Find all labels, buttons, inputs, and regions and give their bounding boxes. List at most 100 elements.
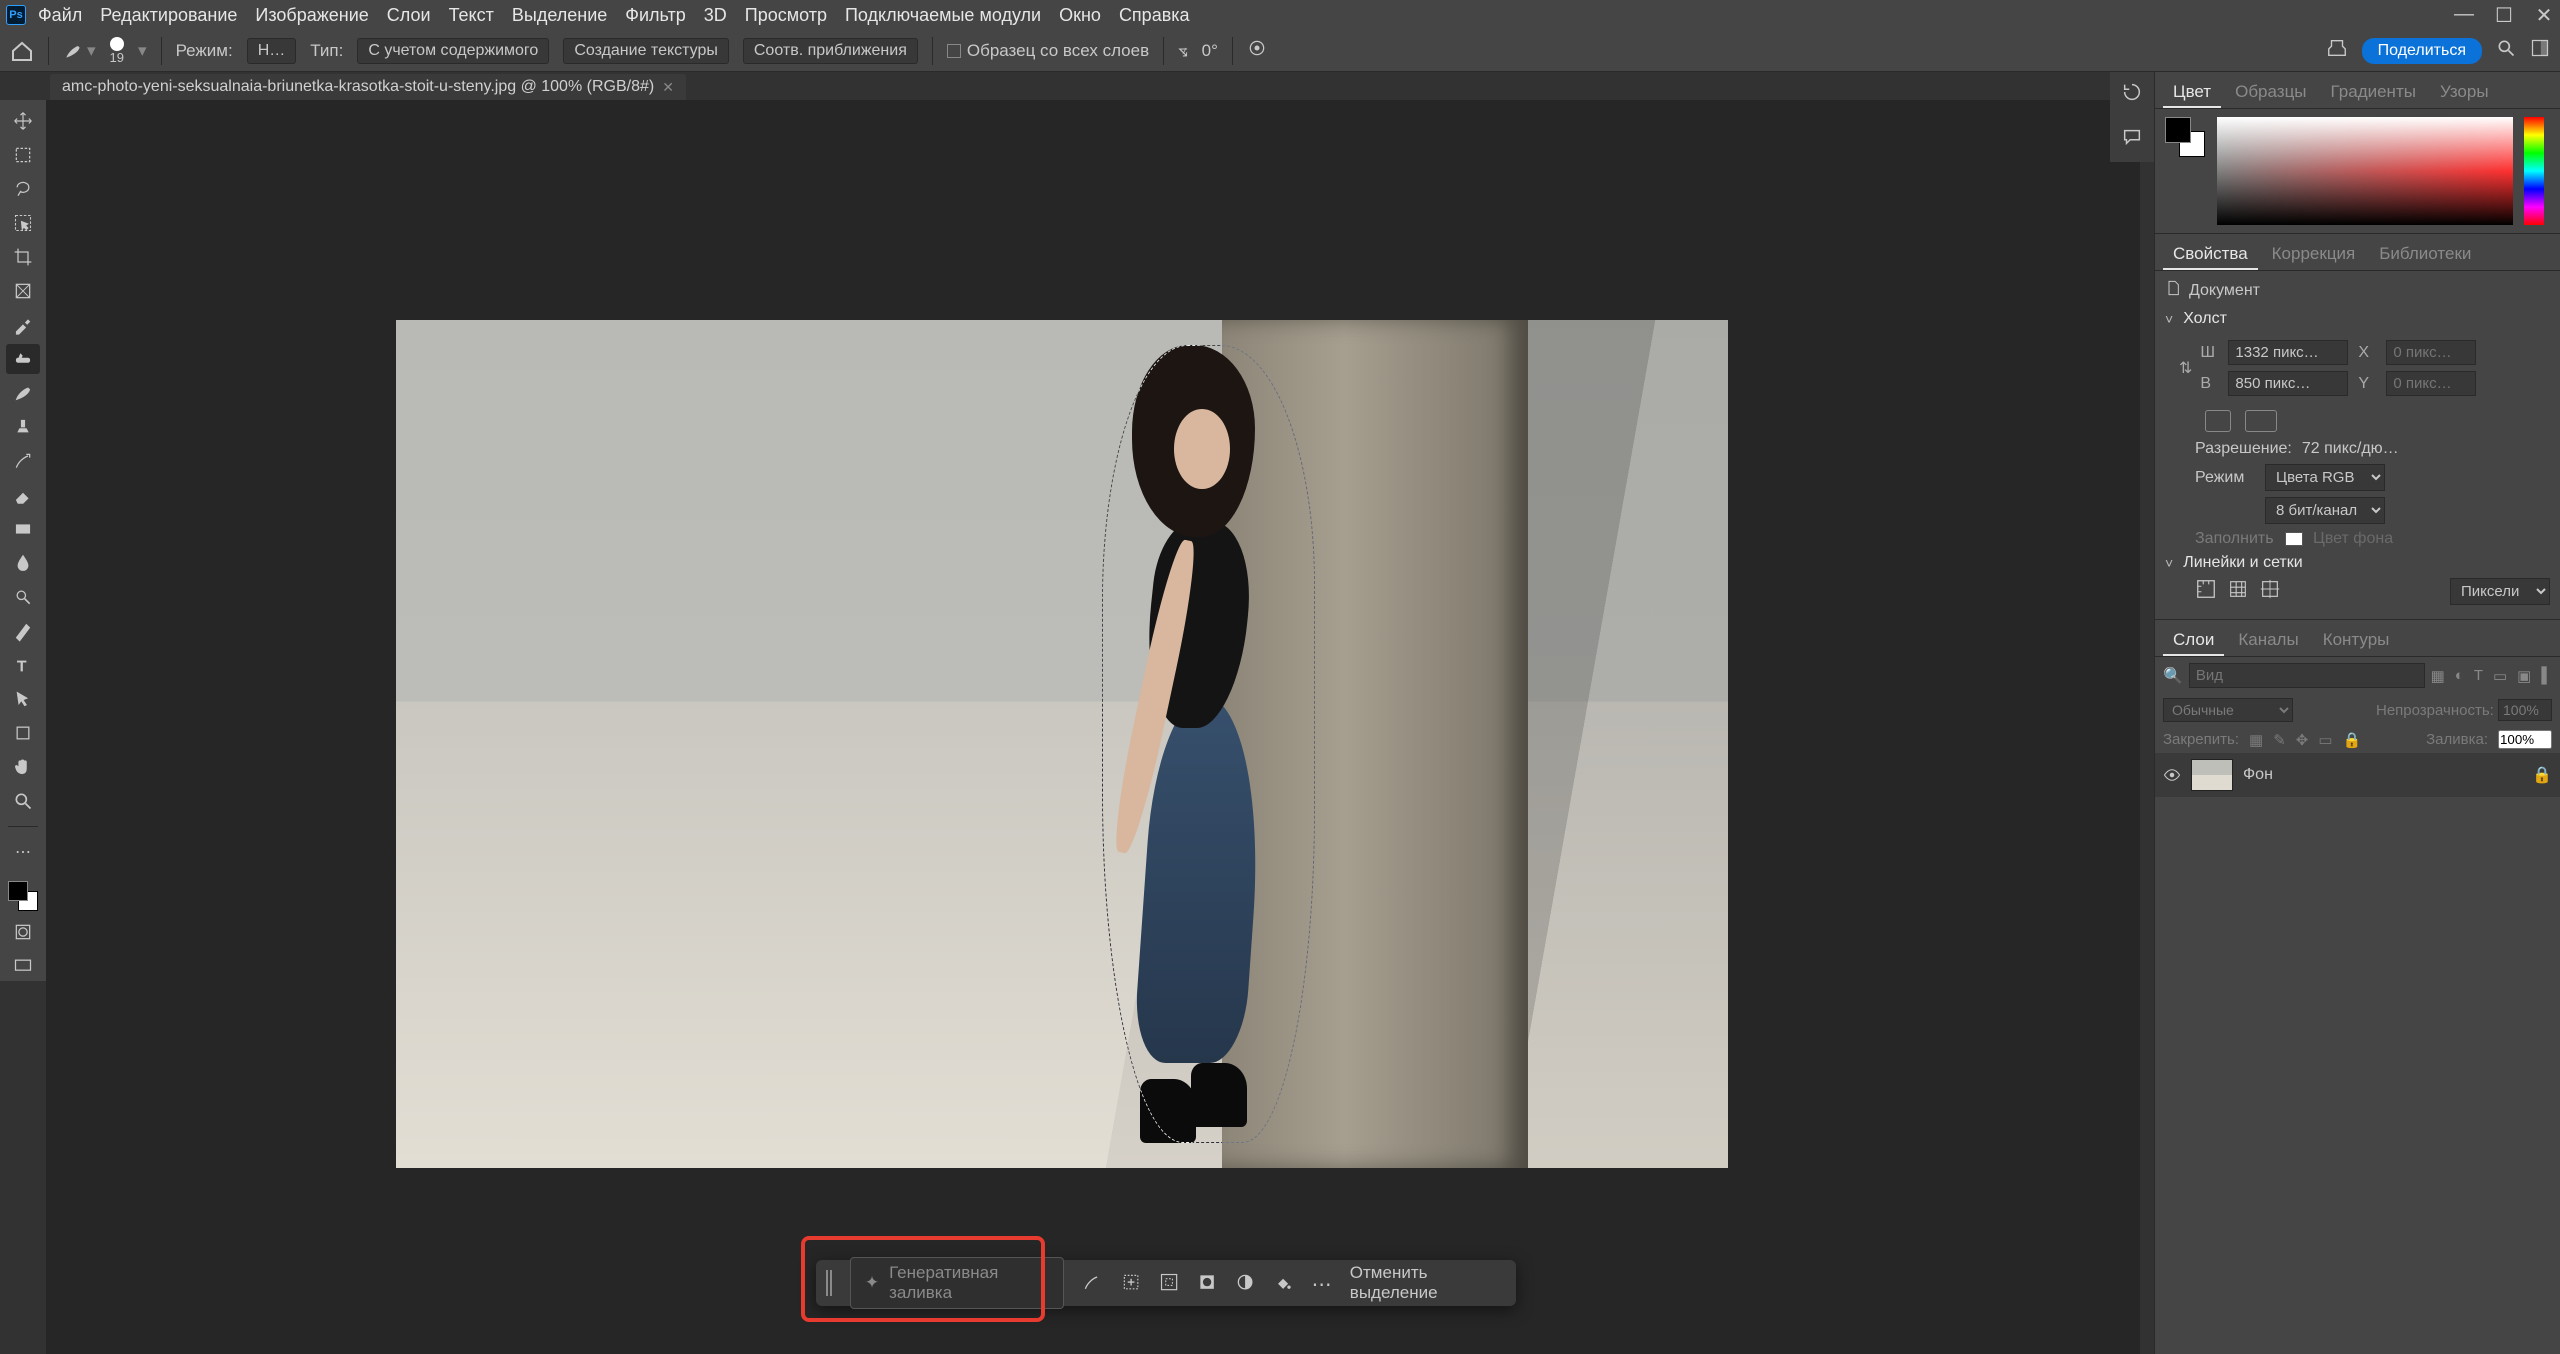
menu-file[interactable]: Файл bbox=[38, 5, 82, 26]
menu-text[interactable]: Текст bbox=[449, 5, 494, 26]
comments-panel-icon[interactable] bbox=[2121, 126, 2143, 153]
eyedropper-tool[interactable] bbox=[6, 310, 40, 340]
tab-gradients[interactable]: Градиенты bbox=[2321, 78, 2426, 108]
ruler-icon[interactable] bbox=[2195, 578, 2217, 605]
menu-view[interactable]: Просмотр bbox=[745, 5, 827, 26]
document-tab[interactable]: amc-photo-yeni-seksualnaia-briunetka-kra… bbox=[50, 74, 686, 100]
angle-value[interactable]: 0° bbox=[1202, 41, 1218, 61]
hand-tool[interactable] bbox=[6, 752, 40, 782]
clone-stamp-tool[interactable] bbox=[6, 412, 40, 442]
marquee-tool[interactable] bbox=[6, 140, 40, 170]
x-field[interactable] bbox=[2386, 340, 2476, 365]
y-field[interactable] bbox=[2386, 371, 2476, 396]
modify-selection-icon[interactable] bbox=[1121, 1272, 1141, 1294]
more-icon[interactable]: ⋯ bbox=[1312, 1272, 1332, 1294]
opt-proximity[interactable]: Соотв. приближения bbox=[743, 38, 918, 64]
share-button[interactable]: Поделиться bbox=[2362, 38, 2482, 64]
opt-content-aware[interactable]: С учетом содержимого bbox=[357, 38, 549, 64]
gradient-tool[interactable] bbox=[6, 514, 40, 544]
search-icon[interactable] bbox=[2496, 38, 2516, 63]
lock-pixels-icon[interactable]: ✎ bbox=[2273, 731, 2286, 749]
fill-icon[interactable] bbox=[1273, 1272, 1293, 1294]
filter-smart-icon[interactable]: ▣ bbox=[2517, 667, 2531, 685]
menu-plugins[interactable]: Подключаемые модули bbox=[845, 5, 1041, 26]
tab-channels[interactable]: Каналы bbox=[2228, 626, 2308, 656]
color-spectrum[interactable] bbox=[2217, 117, 2513, 225]
window-minimize-icon[interactable]: — bbox=[2454, 3, 2474, 28]
pen-tool[interactable] bbox=[6, 616, 40, 646]
mask-icon[interactable] bbox=[1197, 1272, 1217, 1294]
menu-filter[interactable]: Фильтр bbox=[625, 5, 685, 26]
tab-properties[interactable]: Свойства bbox=[2163, 240, 2258, 270]
healing-brush-tool[interactable] bbox=[6, 344, 40, 374]
fill-opacity-field[interactable] bbox=[2498, 730, 2552, 749]
brush-size-picker[interactable]: 19 bbox=[110, 37, 124, 64]
move-tool[interactable] bbox=[6, 106, 40, 136]
lock-artb-icon[interactable]: ▭ bbox=[2318, 731, 2332, 749]
orientation-landscape-icon[interactable] bbox=[2245, 410, 2277, 432]
document-image[interactable] bbox=[396, 320, 1728, 1168]
dodge-tool[interactable] bbox=[6, 582, 40, 612]
window-close-icon[interactable]: ✕ bbox=[2534, 3, 2554, 28]
menu-window[interactable]: Окно bbox=[1059, 5, 1101, 26]
angle-icon[interactable]: ⦪ bbox=[1178, 41, 1188, 61]
lock-trans-icon[interactable]: ▦ bbox=[2249, 731, 2263, 749]
menu-select[interactable]: Выделение bbox=[512, 5, 607, 26]
color-fg-bg-swatch[interactable] bbox=[2165, 117, 2205, 157]
menu-image[interactable]: Изображение bbox=[255, 5, 368, 26]
layer-lock-icon[interactable]: 🔒 bbox=[2532, 765, 2552, 785]
menu-help[interactable]: Справка bbox=[1119, 5, 1190, 26]
deselect-button[interactable]: Отменить выделение bbox=[1350, 1263, 1506, 1303]
bit-depth-select[interactable]: 8 бит/канал bbox=[2265, 497, 2385, 524]
home-icon[interactable] bbox=[10, 40, 34, 62]
shape-tool[interactable] bbox=[6, 718, 40, 748]
tab-color[interactable]: Цвет bbox=[2163, 78, 2221, 108]
tab-layers[interactable]: Слои bbox=[2163, 626, 2224, 656]
crop-tool[interactable] bbox=[6, 242, 40, 272]
lock-pos-icon[interactable]: ✥ bbox=[2296, 731, 2309, 749]
fg-bg-swatch[interactable] bbox=[6, 879, 40, 913]
zoom-tool[interactable] bbox=[6, 786, 40, 816]
eraser-tool[interactable] bbox=[6, 480, 40, 510]
menu-edit[interactable]: Редактирование bbox=[100, 5, 237, 26]
filter-toggle-icon[interactable]: ▌ bbox=[2541, 667, 2552, 685]
orientation-portrait-icon[interactable] bbox=[2205, 410, 2231, 432]
layer-filter-input[interactable] bbox=[2189, 663, 2425, 688]
frame-tool[interactable] bbox=[6, 276, 40, 306]
link-wh-icon[interactable]: ⇅ bbox=[2179, 358, 2192, 378]
lasso-tool[interactable] bbox=[6, 174, 40, 204]
generative-fill-button[interactable]: ✦ Генеративная заливка bbox=[850, 1257, 1065, 1309]
tab-swatches[interactable]: Образцы bbox=[2225, 78, 2316, 108]
blur-tool[interactable] bbox=[6, 548, 40, 578]
rulers-section[interactable]: Линейки и сетки bbox=[2165, 554, 2550, 572]
filter-adjust-icon[interactable]: ◐ bbox=[2455, 667, 2464, 685]
object-select-tool[interactable] bbox=[6, 208, 40, 238]
visibility-icon[interactable] bbox=[2163, 766, 2181, 784]
blend-mode-select[interactable]: Обычные bbox=[2163, 698, 2293, 722]
grid-icon[interactable] bbox=[2227, 578, 2249, 605]
invert-selection-icon[interactable] bbox=[1159, 1272, 1179, 1294]
filter-type-icon[interactable]: T bbox=[2474, 667, 2483, 685]
pressure-icon[interactable] bbox=[1247, 38, 1267, 63]
layer-name[interactable]: Фон bbox=[2243, 766, 2273, 784]
brush-preset-icon[interactable]: ▾ bbox=[63, 41, 96, 61]
cloud-docs-icon[interactable] bbox=[2326, 37, 2348, 64]
opacity-field[interactable] bbox=[2498, 699, 2552, 721]
tab-libraries[interactable]: Библиотеки bbox=[2369, 240, 2481, 270]
layer-row[interactable]: Фон 🔒 bbox=[2155, 753, 2560, 797]
hue-bar[interactable] bbox=[2524, 117, 2544, 225]
units-select[interactable]: Пиксели bbox=[2450, 578, 2550, 605]
opt-create-texture[interactable]: Создание текстуры bbox=[563, 38, 729, 64]
edit-toolbar-icon[interactable]: ⋯ bbox=[6, 837, 40, 867]
tab-patterns[interactable]: Узоры bbox=[2430, 78, 2499, 108]
filter-shape-icon[interactable]: ▭ bbox=[2493, 667, 2507, 685]
tab-adjustments[interactable]: Коррекция bbox=[2262, 240, 2366, 270]
history-brush-tool[interactable] bbox=[6, 446, 40, 476]
adjustment-icon[interactable] bbox=[1235, 1272, 1255, 1294]
brush-tool[interactable] bbox=[6, 378, 40, 408]
filter-pixel-icon[interactable]: ▦ bbox=[2431, 667, 2445, 685]
guides-icon[interactable] bbox=[2259, 578, 2281, 605]
taskbar-grip-icon[interactable] bbox=[826, 1270, 832, 1296]
type-tool[interactable]: T bbox=[6, 650, 40, 680]
color-mode-select[interactable]: Цвета RGB bbox=[2265, 464, 2385, 491]
